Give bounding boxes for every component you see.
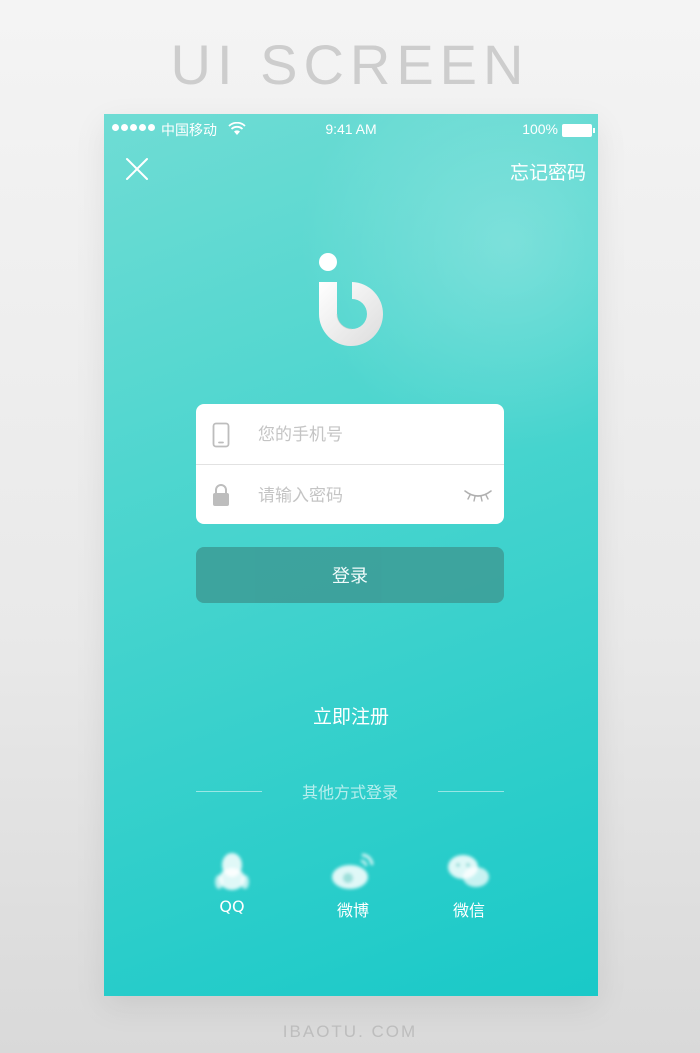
close-icon[interactable] xyxy=(122,154,152,184)
wechat-label: 微信 xyxy=(452,901,485,920)
qq-penguin-icon xyxy=(215,853,249,890)
login-button[interactable]: 登录 xyxy=(196,547,504,603)
other-login-divider: 其他方式登录 xyxy=(196,778,504,804)
showcase-title: UI SCREEN xyxy=(170,33,530,96)
eye-closed-icon[interactable] xyxy=(462,487,494,503)
phone-icon xyxy=(212,422,230,448)
weibo-label: 微博 xyxy=(336,901,369,920)
battery-percent: 100% xyxy=(522,121,558,137)
phone-screen: 中国移动 9:41 AM 100% 忘记密码 您的手机号 登录 立即注册 其他方… xyxy=(104,114,598,996)
register-link[interactable]: 立即注册 xyxy=(104,702,598,729)
phone-field-row xyxy=(196,404,504,464)
login-form-card xyxy=(196,404,504,524)
wechat-login-button[interactable]: 微信 xyxy=(429,849,509,921)
lock-icon xyxy=(213,484,229,506)
divider-line-right xyxy=(438,791,504,792)
qq-login-button[interactable]: QQ xyxy=(192,849,272,916)
app-logo-icon xyxy=(319,253,383,346)
password-input[interactable] xyxy=(256,479,460,513)
wechat-icon xyxy=(448,855,489,887)
battery-icon xyxy=(562,124,595,137)
phone-input[interactable] xyxy=(256,418,460,452)
forgot-password-link[interactable]: 忘记密码 xyxy=(510,158,586,185)
qq-label: QQ xyxy=(219,897,245,916)
password-field-row xyxy=(196,464,504,524)
site-watermark: IBAOTU. COM xyxy=(282,1022,418,1041)
weibo-login-button[interactable]: 微博 xyxy=(313,849,393,921)
weibo-icon xyxy=(332,853,374,889)
status-bar: 中国移动 9:41 AM 100% xyxy=(104,114,598,146)
